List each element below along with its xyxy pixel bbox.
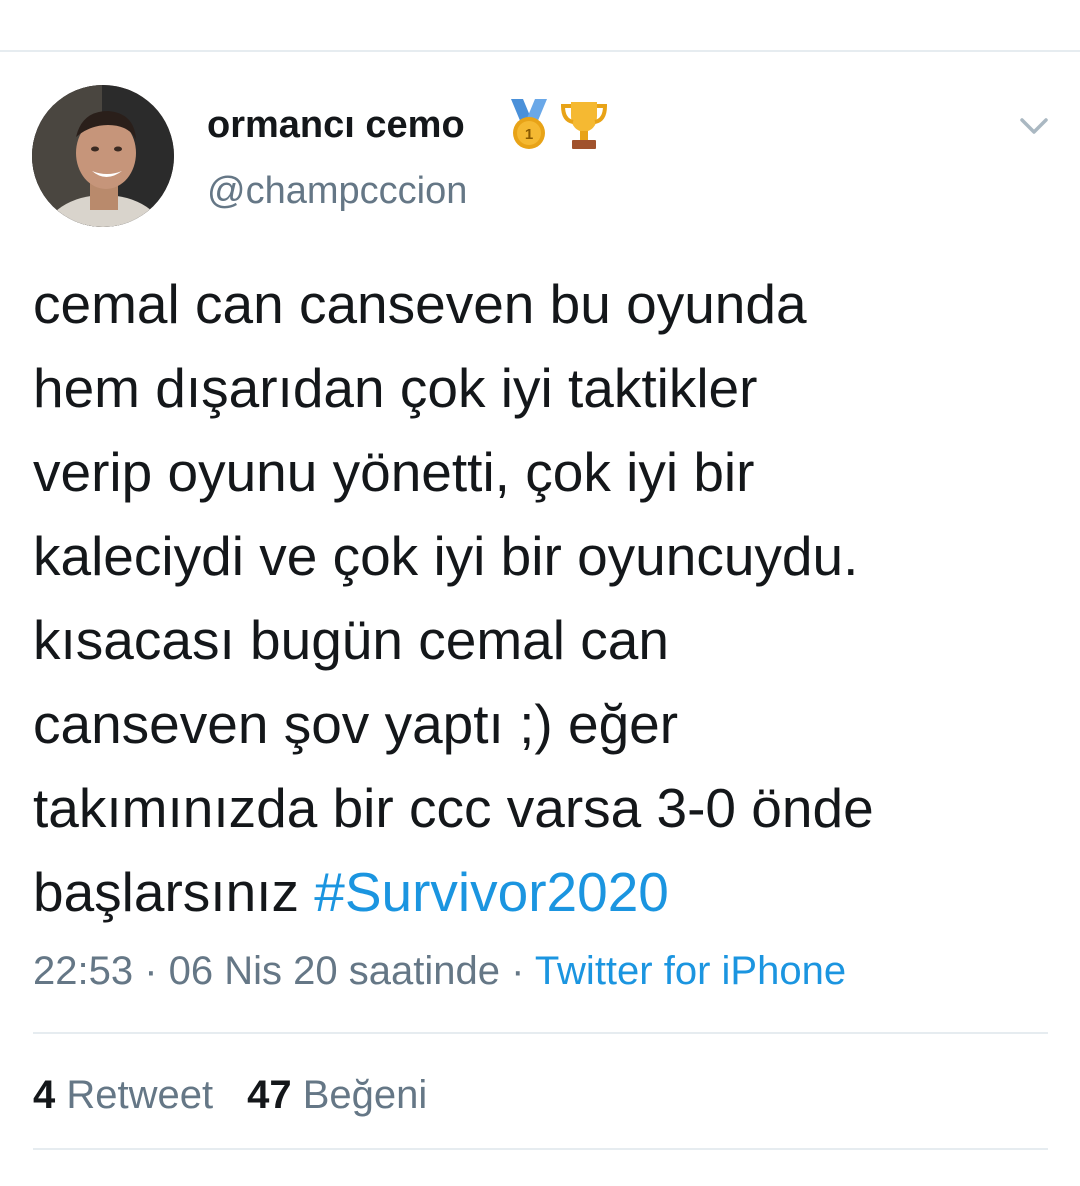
retweets-stat[interactable]: 4 Retweet <box>33 1073 213 1117</box>
meta-separator: · <box>499 949 535 993</box>
tweet-detail-page: ormancı cemo 1 @champcccion cemal can ca… <box>0 0 1080 1186</box>
avatar-image <box>32 85 174 227</box>
source-link[interactable]: Twitter for iPhone <box>535 949 846 993</box>
tweet-stats: 4 Retweet 47 Beğeni <box>33 1069 427 1121</box>
tweet-metadata: 22:53 · 06 Nis 20 saatinde · Twitter for… <box>33 945 846 997</box>
stats-divider-bottom <box>33 1148 1048 1150</box>
tweet-date: 06 Nis 20 saatinde <box>168 949 500 993</box>
avatar[interactable] <box>32 85 174 227</box>
stats-divider-top <box>33 1032 1048 1034</box>
user-handle[interactable]: @champcccion <box>207 168 467 214</box>
display-name[interactable]: ormancı cemo <box>207 102 465 148</box>
chevron-down-icon[interactable] <box>1016 108 1052 144</box>
badges: 1 <box>505 97 609 153</box>
likes-stat[interactable]: 47 Beğeni <box>247 1073 427 1117</box>
tweet-body: cemal can canseven bu oyunda hem dışarıd… <box>33 273 874 923</box>
hashtag-link[interactable]: #Survivor2020 <box>314 861 669 923</box>
retweet-label: Retweet <box>66 1073 214 1117</box>
tweet-text: cemal can canseven bu oyunda hem dışarıd… <box>33 262 1053 934</box>
tweet-time: 22:53 <box>33 949 134 993</box>
meta-separator: · <box>133 949 169 993</box>
retweet-count: 4 <box>33 1073 56 1117</box>
svg-text:1: 1 <box>525 126 533 143</box>
like-label: Beğeni <box>302 1073 428 1117</box>
like-count: 47 <box>247 1073 292 1117</box>
trophy-icon <box>560 102 608 149</box>
top-divider <box>0 50 1080 52</box>
medal-icon: 1 <box>511 99 547 149</box>
